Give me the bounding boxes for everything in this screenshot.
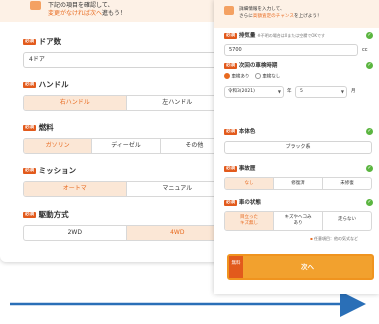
drive-options: 2WD 4WD — [23, 225, 229, 241]
next-button[interactable]: 無料 次へ — [227, 254, 374, 280]
transmission-option-auto[interactable]: オートマ — [24, 182, 126, 196]
optional-note: ▪ 任意項目：他の気式など — [310, 236, 358, 241]
displacement-title: 必須 排気量 ※不明の場合は0または空欄でOKです — [224, 32, 326, 39]
steering-option-right[interactable]: 右ハンドル — [24, 96, 126, 110]
accident-option-repaired[interactable]: 修復済 — [273, 178, 322, 189]
condition-options: 目立った キズ無し キズやヘコみ あり 走らない — [224, 211, 372, 231]
free-label: 無料 — [229, 256, 243, 278]
bullet-icon: ▪ — [310, 236, 313, 241]
condition-option-no-scratches[interactable]: 目立った キズ無し — [225, 212, 273, 230]
inspection-year-select[interactable]: 令和3(2021) ▼ — [224, 86, 284, 98]
vehicle-detail-form: 詳細情報を入力して、 さらに高額査定のチャンスを上げよう！ 必須 排気量 ※不明… — [214, 0, 379, 294]
accident-title: 必須 事故歴 — [224, 165, 256, 172]
displacement-unit: cc — [362, 47, 368, 53]
steering-option-left[interactable]: 左ハンドル — [125, 96, 229, 110]
body-color-select[interactable]: ブラック系 — [224, 141, 372, 154]
accident-option-unrepaired[interactable]: 未修復 — [322, 178, 371, 189]
inspection-check-icon: ✓ — [366, 62, 373, 69]
car-chip-icon — [224, 6, 234, 15]
drive-title: 必須 駆動方式 — [23, 210, 69, 219]
doors-title: 必須 ドア数 — [23, 37, 62, 46]
fuel-options: ガソリン ディーゼル その他 — [23, 138, 229, 154]
steering-title: 必須 ハンドル — [23, 80, 69, 89]
inspection-radios: 車検あり 車検なし — [224, 73, 280, 81]
fuel-title: 必須 燃料 — [23, 123, 54, 132]
doors-select[interactable]: 4ドア ▼ — [23, 52, 229, 68]
accident-options: なし 修復済 未修復 — [224, 177, 372, 190]
displacement-input[interactable]: 5700 — [224, 44, 358, 56]
inspection-title: 必須 次回の車検時期 — [224, 62, 278, 69]
displacement-check-icon: ✓ — [366, 32, 373, 39]
fuel-option-gasoline[interactable]: ガソリン — [24, 139, 92, 153]
radio-unselected-icon[interactable] — [254, 73, 261, 79]
car-chip-icon — [30, 1, 41, 10]
drive-option-2wd[interactable]: 2WD — [24, 226, 126, 240]
condition-option-not-running[interactable]: 走らない — [322, 212, 371, 230]
next-button-label: 次へ — [301, 263, 314, 271]
inspection-month-select[interactable]: 5 ▼ — [295, 86, 347, 98]
dropdown-arrow-icon: ▼ — [277, 89, 281, 94]
tip-text: 詳細情報を入力して、 さらに高額査定のチャンスを上げよう！ — [239, 7, 322, 19]
tip-text: 下記の項目を確認して、 変更がなければ次へ進もう！ — [48, 2, 126, 17]
condition-check-icon: ✓ — [366, 199, 373, 206]
transmission-options: オートマ マニュアル — [23, 181, 229, 197]
accident-check-icon: ✓ — [366, 165, 373, 172]
body-color-check-icon: ✓ — [366, 128, 373, 135]
steering-options: 右ハンドル 左ハンドル — [23, 95, 229, 111]
drive-option-4wd[interactable]: 4WD — [125, 226, 228, 240]
accident-option-none[interactable]: なし — [225, 178, 273, 189]
vehicle-basic-form: 下記の項目を確認して、 変更がなければ次へ進もう！ 必須 ドア数 ✓ 4ドア ▼… — [0, 0, 236, 262]
radio-selected-icon[interactable] — [224, 73, 230, 79]
transmission-option-manual[interactable]: マニュアル — [125, 182, 229, 196]
condition-option-scratches[interactable]: キズやヘコみ あり — [273, 212, 322, 230]
dropdown-arrow-icon: ▼ — [340, 89, 344, 94]
body-color-title: 必須 本体色 — [224, 128, 256, 135]
transmission-title: 必須 ミッション — [23, 166, 77, 175]
condition-title: 必須 車の状態 — [224, 199, 261, 206]
fuel-option-diesel[interactable]: ディーゼル — [91, 139, 159, 153]
